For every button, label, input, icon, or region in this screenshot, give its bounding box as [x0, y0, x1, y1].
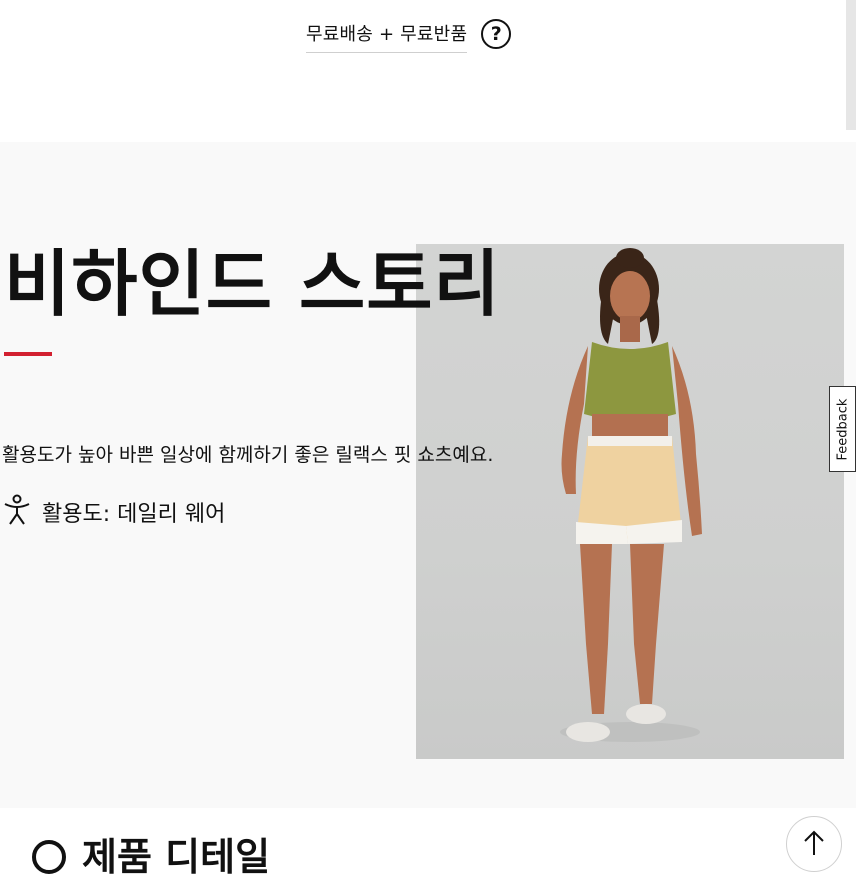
activity-info: 활용도: 데일리 웨어	[2, 494, 225, 530]
question-circle-icon[interactable]: ?	[481, 19, 512, 49]
activity-label: 활용도: 데일리 웨어	[42, 502, 226, 527]
details-title-text: 제품 디테일	[82, 835, 271, 879]
shipping-info: 무료배송 + 무료반품 ?	[306, 18, 512, 54]
story-title: 비하인드 스토리	[4, 242, 501, 326]
arrow-up-icon	[804, 830, 824, 855]
person-activity-icon	[2, 494, 32, 530]
back-to-top-button[interactable]	[786, 816, 842, 872]
page-edge	[846, 0, 856, 130]
title-accent-underline	[4, 352, 52, 356]
feedback-label: Feedback	[835, 398, 851, 460]
product-details-heading: 제품 디테일	[32, 838, 270, 876]
details-icon	[32, 840, 66, 874]
feedback-tab[interactable]: Feedback	[829, 386, 856, 472]
shipping-label[interactable]: 무료배송 + 무료반품	[306, 20, 468, 53]
story-description: 활용도가 높아 바쁜 일상에 함께하기 좋은 릴랙스 핏 쇼츠예요.	[2, 444, 494, 466]
